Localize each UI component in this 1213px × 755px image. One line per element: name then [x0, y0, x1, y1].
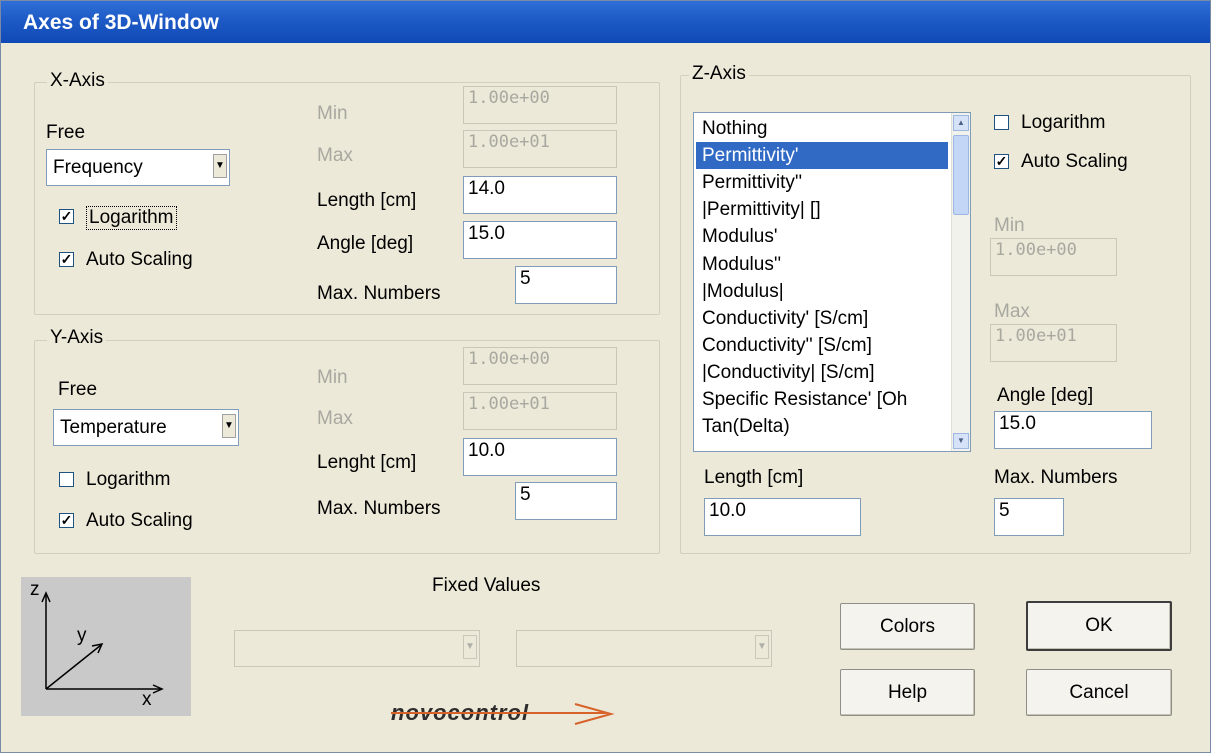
axes-dialog-window: Axes of 3D-Window X-Axis Free Frequency … [0, 0, 1211, 753]
fixed-values-label: Fixed Values [432, 575, 541, 596]
x-axis-min-label: Min [317, 103, 348, 124]
x-axis-logarithm-label: Logarithm [86, 206, 177, 230]
x-axis-icon-label: x [142, 689, 152, 710]
title-bar[interactable]: Axes of 3D-Window [1, 1, 1210, 43]
z-axis-min-field[interactable]: 1.00e+00 [990, 238, 1117, 276]
y-axis-quantity-select[interactable]: Temperature ▼ [53, 409, 239, 446]
y-axis-min-label: Min [317, 367, 348, 388]
fixed-value-select-2[interactable]: ▼ [516, 630, 772, 667]
axes-orientation-icon [41, 591, 164, 694]
y-axis-icon-label: y [77, 625, 87, 646]
z-axis-list-item[interactable]: |Permittivity| [] [696, 196, 948, 223]
x-axis-logarithm-checkbox[interactable]: ✓ Logarithm [59, 206, 219, 230]
x-axis-max-field[interactable]: 1.00e+01 [463, 130, 617, 168]
scroll-down-icon[interactable]: ▼ [953, 433, 969, 449]
window-title: Axes of 3D-Window [23, 11, 219, 34]
z-axis-auto-scaling-checkbox[interactable]: ✓ Auto Scaling [994, 151, 1174, 175]
y-axis-type-label: Free [58, 379, 98, 400]
checkbox-checked-icon: ✓ [59, 208, 74, 224]
z-axis-quantity-list[interactable]: Nothing Permittivity' Permittivity'' |Permi… [693, 112, 971, 452]
y-axis-auto-scaling-label: Auto Scaling [86, 510, 193, 531]
checkbox-checked-icon: ✓ [59, 512, 74, 528]
z-axis-list-item[interactable]: Nothing [696, 115, 948, 142]
x-axis-max-numbers-field[interactable]: 5 [515, 266, 617, 304]
x-axis-max-label: Max [317, 145, 353, 166]
z-axis-max-numbers-label: Max. Numbers [994, 467, 1118, 488]
scrollbar-thumb[interactable] [953, 135, 969, 215]
z-axis-list-item[interactable]: Conductivity'' [S/cm] [696, 332, 948, 359]
x-axis-min-field[interactable]: 1.00e+00 [463, 86, 617, 124]
x-axis-length-label: Length [cm] [317, 190, 417, 211]
z-axis-logarithm-label: Logarithm [1021, 112, 1106, 133]
z-axis-min-label: Min [994, 215, 1025, 236]
scroll-up-icon[interactable]: ▲ [953, 115, 969, 131]
x-axis-auto-scaling-label: Auto Scaling [86, 249, 193, 270]
z-axis-list-item[interactable]: Specific Resistance' [Oh [696, 386, 948, 413]
z-axis-max-field[interactable]: 1.00e+01 [990, 324, 1117, 362]
z-axis-group-label: Z-Axis [689, 63, 749, 85]
z-axis-icon-label: z [30, 579, 40, 600]
cancel-button[interactable]: Cancel [1026, 669, 1172, 716]
z-axis-angle-label: Angle [deg] [997, 385, 1094, 406]
logo-arrow-icon [574, 703, 615, 725]
x-axis-group-label: X-Axis [47, 70, 108, 92]
y-axis-min-field[interactable]: 1.00e+00 [463, 347, 617, 385]
y-axis-logarithm-label: Logarithm [86, 469, 171, 490]
checkbox-checked-icon: ✓ [59, 251, 74, 267]
z-axis-angle-field[interactable]: 15.0 [994, 411, 1152, 449]
z-axis-logarithm-checkbox[interactable]: Logarithm [994, 112, 1154, 136]
checkbox-unchecked-icon [994, 115, 1009, 130]
novocontrol-logo: novocontrol [391, 700, 615, 726]
axes-orientation-image: z y x [21, 577, 191, 716]
z-axis-list-item[interactable]: |Modulus| [696, 278, 948, 305]
z-axis-list-item[interactable]: Modulus' [696, 223, 948, 250]
y-axis-max-field[interactable]: 1.00e+01 [463, 392, 617, 430]
x-axis-quantity-select[interactable]: Frequency ▼ [46, 149, 230, 186]
z-axis-list-item[interactable]: Conductivity' [S/cm] [696, 305, 948, 332]
z-axis-list-item[interactable]: Permittivity'' [696, 169, 948, 196]
y-axis-logarithm-checkbox[interactable]: Logarithm [59, 469, 219, 493]
checkbox-unchecked-icon [59, 472, 74, 487]
ok-button[interactable]: OK [1026, 601, 1172, 651]
x-axis-quantity-value: Frequency [53, 157, 143, 178]
chevron-down-icon[interactable]: ▼ [213, 154, 227, 178]
y-axis-max-label: Max [317, 408, 353, 429]
x-axis-max-numbers-label: Max. Numbers [317, 283, 441, 304]
x-axis-angle-field[interactable]: 15.0 [463, 221, 617, 259]
y-axis-quantity-value: Temperature [60, 417, 167, 438]
x-axis-auto-scaling-checkbox[interactable]: ✓ Auto Scaling [59, 249, 239, 273]
fixed-value-select-1[interactable]: ▼ [234, 630, 480, 667]
checkbox-checked-icon: ✓ [994, 153, 1009, 169]
y-axis-length-label: Lenght [cm] [317, 452, 417, 473]
z-axis-length-label: Length [cm] [704, 467, 804, 488]
x-axis-angle-label: Angle [deg] [317, 233, 414, 254]
z-axis-list-item[interactable]: |Conductivity| [S/cm] [696, 359, 948, 386]
z-axis-list-item[interactable]: Modulus'' [696, 251, 948, 278]
y-axis-max-numbers-field[interactable]: 5 [515, 482, 617, 520]
x-axis-length-field[interactable]: 14.0 [463, 176, 617, 214]
z-axis-auto-scaling-label: Auto Scaling [1021, 151, 1128, 172]
colors-button[interactable]: Colors [840, 603, 975, 650]
chevron-down-icon[interactable]: ▼ [463, 635, 477, 659]
chevron-down-icon[interactable]: ▼ [755, 635, 769, 659]
z-axis-max-label: Max [994, 301, 1030, 322]
z-axis-length-field[interactable]: 10.0 [704, 498, 861, 536]
list-scrollbar[interactable]: ▲ ▼ [951, 113, 970, 451]
help-button[interactable]: Help [840, 669, 975, 716]
y-axis-auto-scaling-checkbox[interactable]: ✓ Auto Scaling [59, 510, 239, 534]
chevron-down-icon[interactable]: ▼ [222, 414, 236, 438]
x-axis-type-label: Free [46, 122, 86, 143]
y-axis-max-numbers-label: Max. Numbers [317, 498, 441, 519]
z-axis-max-numbers-field[interactable]: 5 [994, 498, 1064, 536]
z-axis-list-item[interactable]: Permittivity' [696, 142, 948, 170]
y-axis-group-label: Y-Axis [47, 327, 107, 349]
z-axis-list-item[interactable]: Tan(Delta) [696, 413, 948, 440]
y-axis-length-field[interactable]: 10.0 [463, 438, 617, 476]
